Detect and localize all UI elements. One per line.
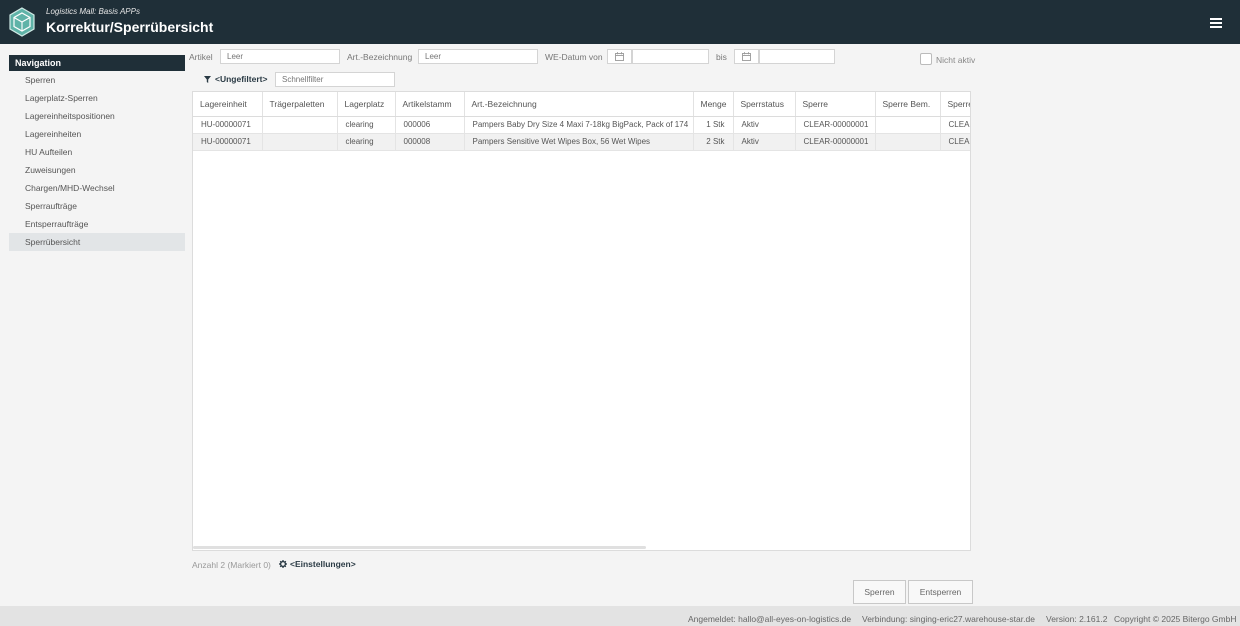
navigation-header: Navigation [9, 55, 185, 71]
table-cell: CLEAR [940, 133, 970, 151]
table-cell: CLEAR-00000001 [795, 133, 876, 151]
nav-item-zuweisungen[interactable]: Zuweisungen [9, 161, 185, 179]
table-cell: clearing [337, 133, 396, 151]
art-bezeichnung-input[interactable] [418, 49, 538, 64]
hexagon-cube-logo [9, 7, 35, 37]
table-cell [875, 133, 941, 151]
connection-info: Verbindung: singing-eric27.warehouse-sta… [862, 614, 1035, 624]
filter-toggle-label: <Ungefiltert> [215, 74, 268, 84]
table-cell: Pampers Sensitive Wet Wipes Box, 56 Wet … [464, 133, 694, 151]
bis-label: bis [716, 52, 727, 62]
art-bezeichnung-label: Art.-Bezeichnung [347, 52, 413, 62]
page-title: Korrektur/Sperrübersicht [46, 19, 214, 35]
table-header-row: Lagereinheit Trägerpaletten Lagerplatz A… [193, 92, 970, 117]
row-count: Anzahl 2 (Markiert 0) [192, 560, 271, 570]
results-table: Lagereinheit Trägerpaletten Lagerplatz A… [192, 91, 971, 551]
table-cell [262, 116, 338, 134]
table-cell: 1 Stk [693, 116, 734, 134]
nav-item-sperren[interactable]: Sperren [9, 71, 185, 89]
nav-item-entsperrauftraege[interactable]: Entsperraufträge [9, 215, 185, 233]
copyright-info: Copyright © 2025 Bitergo GmbH [1114, 614, 1237, 624]
table-cell: HU-00000071 [193, 133, 263, 151]
app-header: Logistics Mall: Basis APPs Korrektur/Spe… [0, 0, 1240, 44]
nav-item-sperruebersicht[interactable]: Sperrübersicht [9, 233, 185, 251]
schnellfilter-input[interactable] [275, 72, 395, 87]
table-cell [262, 133, 338, 151]
entsperren-button[interactable]: Entsperren [908, 580, 973, 604]
nav-item-sperrauftraege[interactable]: Sperraufträge [9, 197, 185, 215]
filter-icon [204, 75, 211, 83]
settings-label: <Einstellungen> [290, 559, 356, 569]
gear-icon [279, 560, 287, 568]
logged-in-user: Angemeldet: hallo@all-eyes-on-logistics.… [688, 614, 852, 624]
column-header-art-bezeichnung[interactable]: Art.-Bezeichnung [464, 92, 694, 117]
nicht-aktiv-label: Nicht aktiv [936, 55, 976, 65]
table-row[interactable]: HU-00000071 clearing 000006 Pampers Baby… [193, 116, 970, 134]
table-cell: clearing [337, 116, 396, 134]
navigation-list: Sperren Lagerplatz-Sperren Lagereinheits… [9, 71, 185, 251]
artikel-input[interactable] [220, 49, 340, 64]
column-header-sperre-2[interactable]: Sperre [940, 92, 970, 117]
table-cell: Aktiv [733, 116, 796, 134]
nav-item-hu-aufteilen[interactable]: HU Aufteilen [9, 143, 185, 161]
table-cell: HU-00000071 [193, 116, 263, 134]
table-cell: Aktiv [733, 133, 796, 151]
settings-link[interactable]: <Einstellungen> [279, 559, 356, 569]
version-info: Version: 2.161.2 [1046, 614, 1108, 624]
artikel-label: Artikel [189, 52, 213, 62]
calendar-icon[interactable] [607, 49, 632, 64]
column-header-sperrstatus[interactable]: Sperrstatus [733, 92, 796, 117]
table-cell: 000006 [395, 116, 465, 134]
we-datum-von-input[interactable] [632, 49, 709, 64]
nav-item-lagereinheiten[interactable]: Lagereinheiten [9, 125, 185, 143]
calendar-icon[interactable] [734, 49, 759, 64]
column-header-lagereinheit[interactable]: Lagereinheit [193, 92, 263, 117]
filter-toggle[interactable]: <Ungefiltert> [204, 74, 267, 84]
nav-item-lagereinheitspositionen[interactable]: Lagereinheitspositionen [9, 107, 185, 125]
table-row[interactable]: HU-00000071 clearing 000008 Pampers Sens… [193, 133, 970, 151]
nicht-aktiv-checkbox[interactable] [920, 53, 932, 65]
table-cell [875, 116, 941, 134]
app-subtitle: Logistics Mall: Basis APPs [46, 7, 140, 16]
table-cell: Pampers Baby Dry Size 4 Maxi 7-18kg BigP… [464, 116, 694, 134]
table-cell: 2 Stk [693, 133, 734, 151]
horizontal-scrollbar[interactable] [193, 546, 646, 549]
table-cell: 000008 [395, 133, 465, 151]
column-header-lagerplatz[interactable]: Lagerplatz [337, 92, 396, 117]
column-header-sperre-bem[interactable]: Sperre Bem. [875, 92, 941, 117]
table-cell: CLEAR [940, 116, 970, 134]
nav-item-lagerplatz-sperren[interactable]: Lagerplatz-Sperren [9, 89, 185, 107]
column-header-menge[interactable]: Menge [693, 92, 734, 117]
column-header-sperre[interactable]: Sperre [795, 92, 876, 117]
column-header-traegerpaletten[interactable]: Trägerpaletten [262, 92, 338, 117]
hamburger-icon[interactable] [1210, 18, 1222, 28]
nav-item-chargen-mhd-wechsel[interactable]: Chargen/MHD-Wechsel [9, 179, 185, 197]
we-datum-bis-input[interactable] [759, 49, 835, 64]
sperren-button[interactable]: Sperren [853, 580, 906, 604]
table-cell: CLEAR-00000001 [795, 116, 876, 134]
column-header-artikelstamm[interactable]: Artikelstamm [395, 92, 465, 117]
we-datum-von-label: WE-Datum von [545, 52, 603, 62]
